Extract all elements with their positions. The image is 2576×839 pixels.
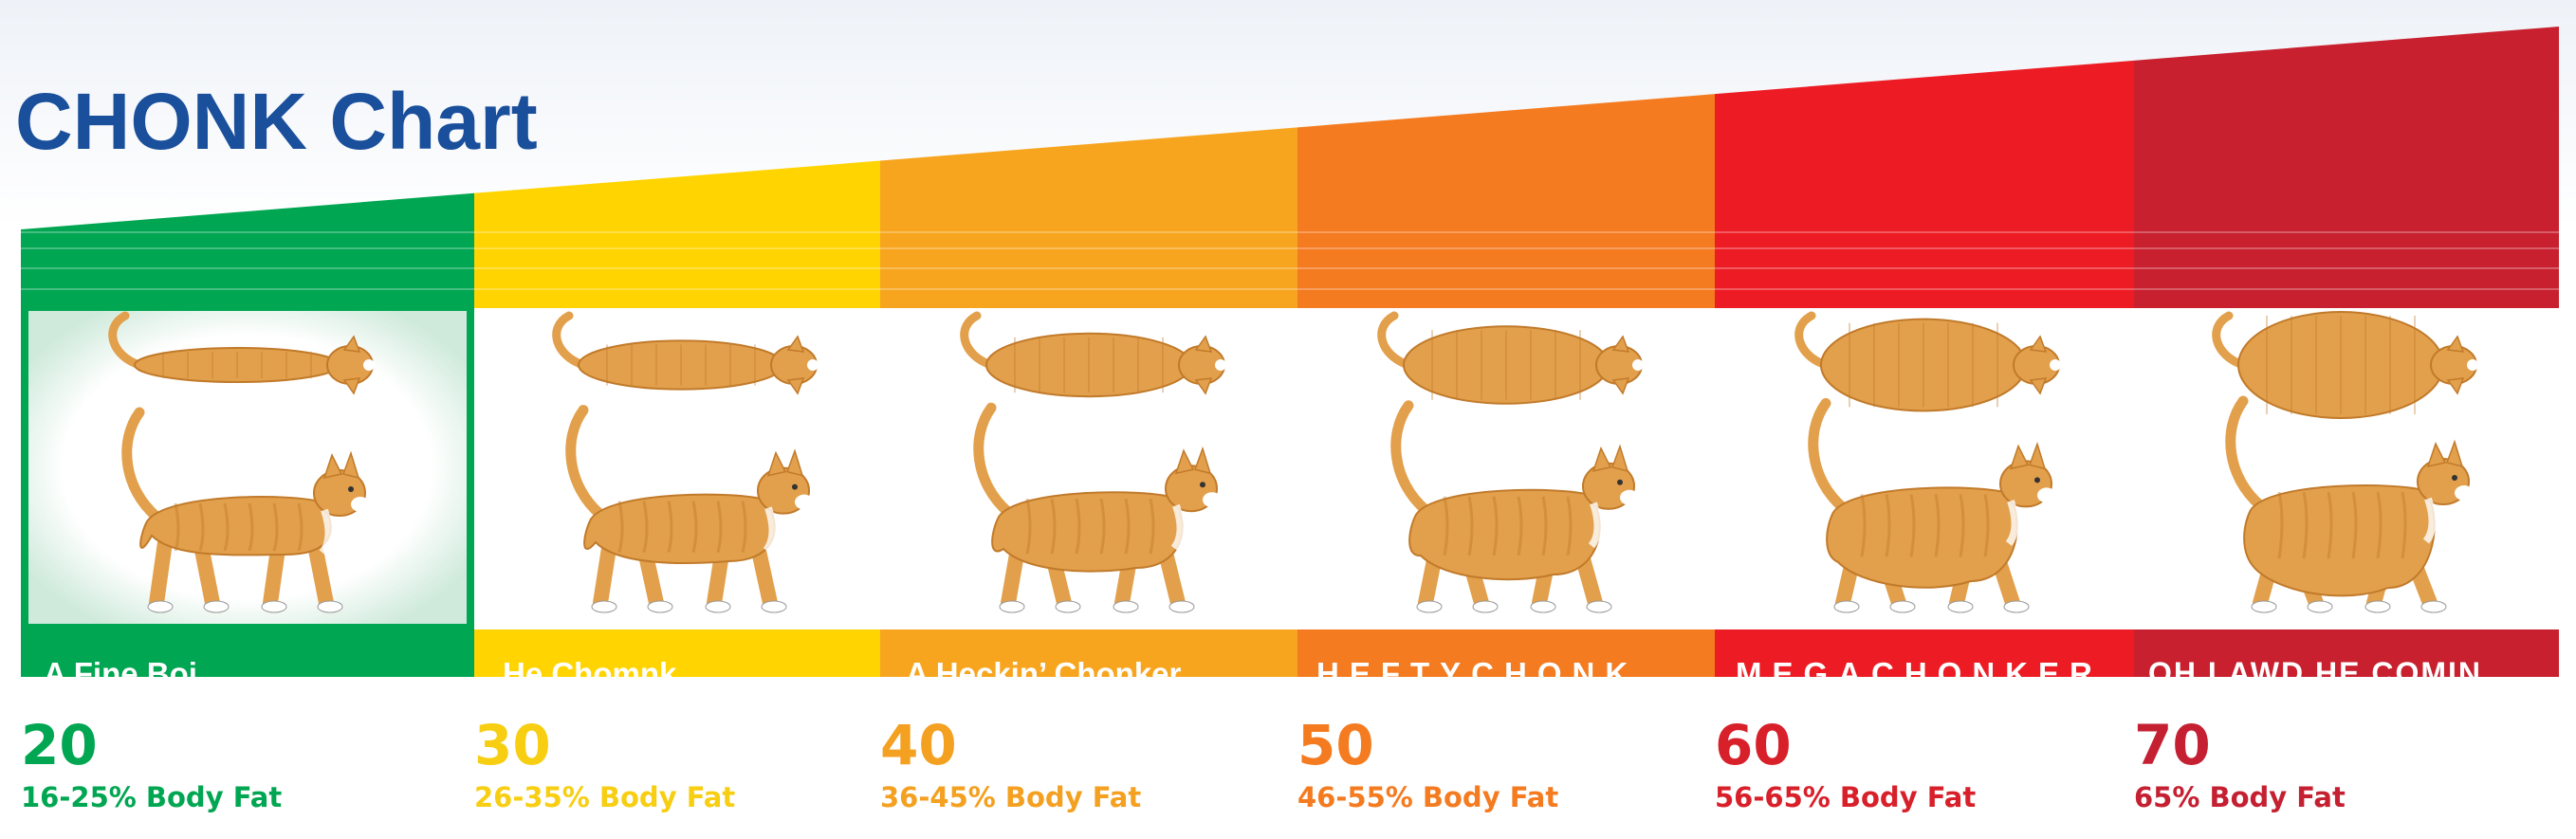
body-fat-range: 65% Body Fat xyxy=(2134,781,2346,813)
cat-side-view xyxy=(1808,397,2056,613)
category-label: A Fine Boi xyxy=(44,656,197,691)
body-fat-range: 56-65% Body Fat xyxy=(1715,781,1977,813)
page-title: CHONK Chart xyxy=(15,77,538,166)
cat-figure xyxy=(960,311,1226,613)
band-he-chomnk xyxy=(474,160,880,308)
cat-top-view xyxy=(2212,311,2478,419)
band-a-fine-boi xyxy=(21,192,474,308)
category-value: 20 xyxy=(21,713,98,777)
cat-figure xyxy=(1794,311,2061,613)
cat-top-view xyxy=(1377,311,1644,405)
category-label: HEFTYCHONK xyxy=(1316,656,1639,691)
cat-figure xyxy=(2212,311,2478,613)
band-heftychonk xyxy=(1297,94,1715,308)
band-oh-lawd-he-comin xyxy=(2134,27,2559,308)
category-value: 60 xyxy=(1715,713,1792,777)
cat-top-view xyxy=(552,311,819,395)
body-fat-range: 26-35% Body Fat xyxy=(474,781,736,813)
category-label: A Heckin’ Chonker xyxy=(906,656,1182,691)
body-fat-range: 36-45% Body Fat xyxy=(880,781,1142,813)
body-fat-range: 16-25% Body Fat xyxy=(21,781,283,813)
category-label: He Chomnk xyxy=(503,656,677,691)
cat-side-view xyxy=(973,402,1222,613)
category-label: OH LAWD HE COMIN xyxy=(2148,656,2482,690)
cat-top-view xyxy=(960,311,1226,398)
category-value: 30 xyxy=(474,713,551,777)
category-value: 70 xyxy=(2134,713,2211,777)
cat-figure xyxy=(552,311,819,613)
band-megachonker xyxy=(1715,60,2134,309)
cat-side-view xyxy=(565,405,814,613)
body-fat-range: 46-55% Body Fat xyxy=(1297,781,1559,813)
cat-figure xyxy=(1377,311,1644,613)
cat-side-view xyxy=(1390,400,1639,613)
band-heckin-chonker xyxy=(880,127,1297,308)
category-label: MEGACHONKER xyxy=(1736,656,2103,691)
category-value: 40 xyxy=(880,713,957,777)
cat-top-view xyxy=(1794,311,2061,412)
cat-side-view xyxy=(2225,395,2474,613)
category-value: 50 xyxy=(1297,713,1374,777)
